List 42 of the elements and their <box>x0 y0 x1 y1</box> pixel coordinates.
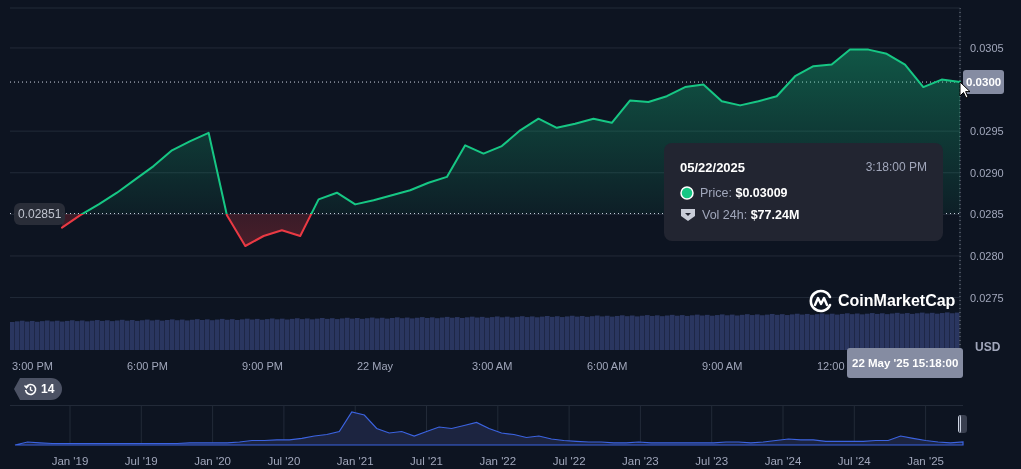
timeline-label: Jul '21 <box>410 455 443 467</box>
timeline-label: Jan '19 <box>51 455 89 467</box>
brand-name: CoinMarketCap <box>838 292 956 310</box>
y-axis-label: 0.0280 <box>970 249 1004 262</box>
tooltip-row-text: Vol 24h: $77.24M <box>702 208 800 222</box>
x-axis-label: 9:00 PM <box>242 360 283 372</box>
timeline-label: Jul '22 <box>552 455 586 467</box>
timeline-label: Jan '21 <box>336 455 374 467</box>
tooltip-row-text: Price: $0.03009 <box>700 186 788 200</box>
history-badge[interactable]: 14 <box>14 378 63 400</box>
tooltip-time: 3:18:00 PM <box>865 160 927 175</box>
x-axis-label: 6:00 AM <box>587 360 628 372</box>
timeline-label: Jul '20 <box>267 455 301 467</box>
y-axis-label: 0.0285 <box>970 208 1004 221</box>
range-handle[interactable] <box>958 415 967 433</box>
y-axis-label: 0.0290 <box>970 166 1004 179</box>
timeline-label: Jan '20 <box>194 455 231 467</box>
x-axis-label: 6:00 PM <box>127 360 168 372</box>
timeline-label: Jul '23 <box>695 455 729 467</box>
timeline-label: Jan '25 <box>907 455 944 467</box>
x-axis-label: 9:00 AM <box>702 360 743 372</box>
timeline-label: Jan '22 <box>479 455 517 467</box>
y-axis-label: 0.0305 <box>970 41 1004 54</box>
dot-icon <box>680 186 694 200</box>
timeline-label: Jul '19 <box>124 455 158 467</box>
tooltip-date: 05/22/2025 <box>680 160 746 175</box>
shield-icon <box>680 208 696 222</box>
timeline-label: Jul '24 <box>837 455 871 467</box>
history-icon <box>24 382 37 396</box>
x-axis-label: 12:00 <box>817 360 845 372</box>
currency-label: USD <box>975 340 1001 354</box>
x-axis-label: 3:00 PM <box>12 360 53 372</box>
y-axis-label: 0.0295 <box>970 125 1004 138</box>
logo-icon <box>808 288 834 314</box>
timeline-label: Jan '24 <box>764 455 802 467</box>
x-axis-label: 3:00 AM <box>472 360 513 372</box>
timeline-label: Jan '23 <box>622 455 659 467</box>
crosshair-time-label: 22 May '25 15:18:00 <box>847 348 964 378</box>
current-price-label: 0.0300 <box>963 70 1005 95</box>
baseline-price-label: 0.02851 <box>14 202 66 225</box>
x-axis-label: 22 May <box>357 360 394 372</box>
y-axis-label: 0.0275 <box>970 291 1004 304</box>
